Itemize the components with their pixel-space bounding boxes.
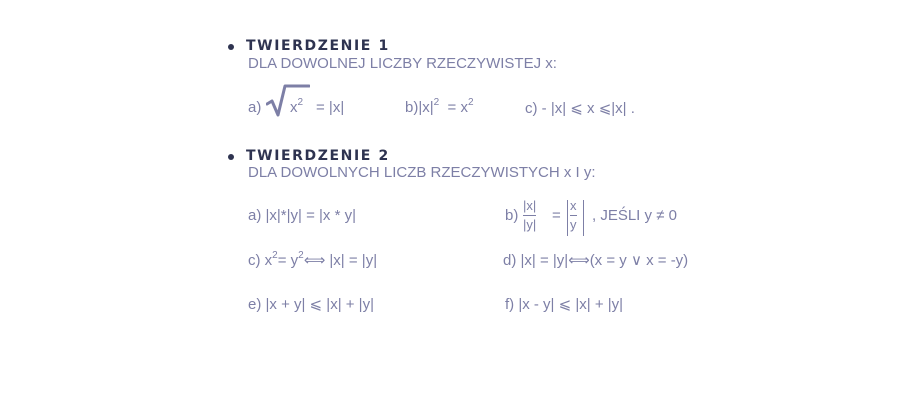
t2-c-expression: c) x2= y2⟺ |x| = |y| [248,251,378,270]
t1-b-lhs: |x| [418,99,434,116]
t2-c-post: ⟺ |x| = |y| [303,252,378,269]
t2-b-fraction-2: x y [570,199,577,232]
theorem1-subtitle: DLA DOWOLNEJ LICZBY RZECZYWISTEJ x: [248,55,557,72]
abs-bar-left [567,200,568,236]
t2-b-numerator: |x| [523,198,537,213]
square-root-icon [265,84,311,123]
t1-a-exponent: 2 [297,97,304,108]
t2-d-expression: d) |x| = |y|⟺(x = y ∨ x = -y) [503,252,689,269]
t1-b-exponent-2: 2 [467,97,474,108]
t1-a-radicand-base: x [290,99,298,116]
bullet-icon [228,154,234,160]
t2-b-fraction-1: |x| |y| [523,198,537,232]
theorem2-subtitle: DLA DOWOLNYCH LICZB RZECZYWISTYCH x I y: [248,164,596,181]
theorem2-title: TWIERDZENIE 2 [246,148,390,164]
t1-a-rhs: = |x| [316,99,345,116]
bullet-icon [228,44,234,50]
t1-b-exponent: 2 [433,97,440,108]
t2-c-mid: = y [277,252,299,269]
t2-e-expression: e) |x + y| ⩽ |x| + |y| [248,296,374,313]
t2-b-eq: = [552,207,561,224]
t2-b-numerator-2: x [570,198,577,213]
t1-a-label: a) [248,99,262,116]
theorem1-title: TWIERDZENIE 1 [246,38,390,54]
t1-b-eq: = x [447,99,468,116]
t1-c-expression: c) - |x| ⩽ x ⩽|x| . [525,100,635,117]
t2-b-denominator: |y| [523,217,537,232]
t1-b-expression: b)|x|2 = x2 [405,97,474,117]
t1-b-label: b) [405,99,419,116]
fraction-bar [523,215,537,216]
fraction-bar [570,215,577,216]
t2-f-expression: f) |x - y| ⩽ |x| + |y| [505,296,624,313]
t1-a-radicand: x2 [290,97,304,117]
slide: TWIERDZENIE 1 DLA DOWOLNEJ LICZBY RZECZY… [0,0,900,401]
t2-b-condition: , JEŚLI y ≠ 0 [592,207,677,224]
t2-c-pre: c) x [248,252,273,269]
t2-b-denominator-2: y [570,217,577,232]
t2-b-label: b) [505,207,519,224]
abs-bar-right [583,200,584,236]
t2-a-expression: a) |x|*|y| = |x * y| [248,207,356,224]
